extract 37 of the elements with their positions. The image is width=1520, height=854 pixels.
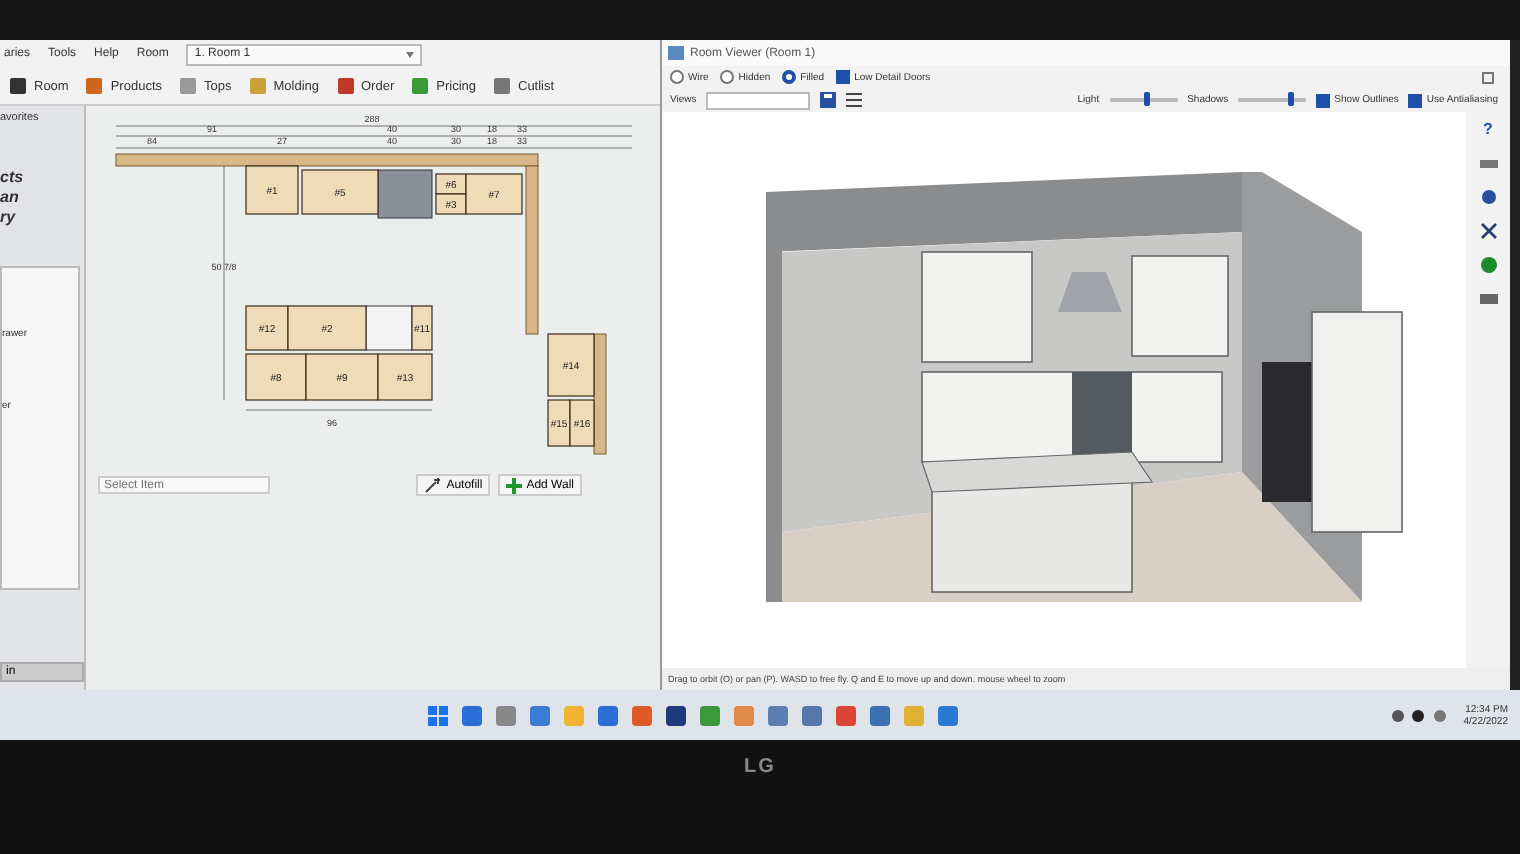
radio-icon[interactable] bbox=[720, 70, 735, 84]
menu-icon[interactable] bbox=[846, 92, 863, 108]
slider-thumb[interactable] bbox=[1287, 92, 1294, 106]
windows-logo-icon[interactable] bbox=[428, 705, 449, 725]
taskbar-app-icon[interactable] bbox=[598, 705, 619, 725]
taskbar-app-icon[interactable] bbox=[666, 705, 687, 725]
taskbar-app-icon[interactable] bbox=[802, 705, 823, 725]
app-icon bbox=[668, 46, 684, 60]
caret-icon bbox=[406, 51, 415, 57]
tool-icon bbox=[8, 76, 28, 96]
help-icon[interactable]: ? bbox=[1483, 120, 1493, 138]
taskbar-app-icon[interactable] bbox=[462, 705, 483, 725]
taskbar-app-icon[interactable] bbox=[870, 705, 891, 725]
promo-text: ry bbox=[0, 208, 18, 226]
checkbox-icon[interactable] bbox=[836, 70, 851, 84]
tool-icon bbox=[492, 76, 512, 96]
tool-icon bbox=[410, 76, 431, 96]
checkbox-icon[interactable] bbox=[1408, 93, 1423, 107]
plus-icon bbox=[506, 477, 523, 493]
tool-icon bbox=[335, 76, 355, 96]
wand-icon bbox=[424, 477, 443, 493]
checkbox-icon[interactable] bbox=[1316, 93, 1331, 107]
radio-icon[interactable] bbox=[670, 70, 684, 84]
save-icon[interactable] bbox=[820, 92, 837, 108]
slider-thumb[interactable] bbox=[1144, 92, 1151, 106]
tool-icon bbox=[84, 76, 105, 96]
sphere-icon[interactable] bbox=[1479, 256, 1497, 274]
promo-text: cts bbox=[0, 168, 26, 186]
brand-logo: LG bbox=[744, 756, 776, 782]
promo-text: an bbox=[0, 188, 21, 206]
window-controls-icon[interactable] bbox=[1482, 71, 1494, 83]
range-cooktop bbox=[377, 169, 433, 219]
radio-icon[interactable] bbox=[782, 70, 797, 84]
dishwasher bbox=[365, 305, 413, 351]
tool-icon bbox=[178, 76, 198, 96]
system-tray-icon[interactable] bbox=[1389, 707, 1450, 723]
tool-icon bbox=[247, 76, 268, 96]
